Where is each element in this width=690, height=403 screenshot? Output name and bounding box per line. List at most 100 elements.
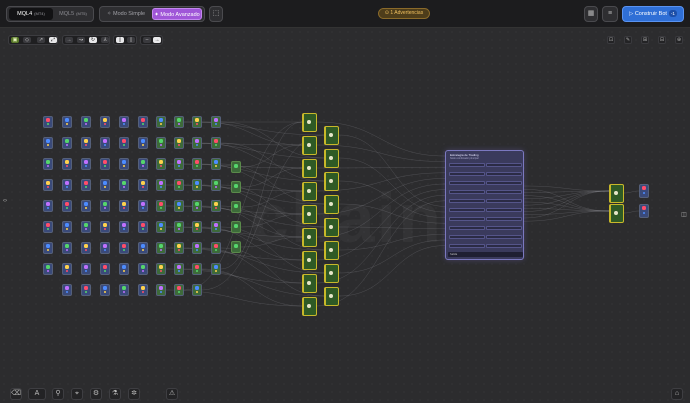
minimap-button[interactable]: ⌂: [671, 388, 683, 400]
connection-wire: [338, 239, 446, 274]
main-node-row[interactable]: [486, 226, 522, 230]
mode-advanced-button[interactable]: ✦ Modo Avanzado: [152, 8, 202, 20]
sidebar-icon: ◫: [681, 212, 687, 218]
port-dot: [103, 286, 107, 290]
minimap-icon: ⌂: [674, 390, 680, 397]
port-dot: [122, 223, 126, 227]
main-node-row[interactable]: [449, 163, 485, 167]
port-dot: [141, 265, 145, 269]
warnings-badge[interactable]: ⊙ 1 Advertencias: [378, 8, 430, 19]
port-dot: [214, 118, 218, 122]
main-node-row[interactable]: [449, 226, 485, 230]
pin-icon: ⌖: [75, 390, 79, 397]
port-dot: [103, 265, 107, 269]
port-dot: [103, 139, 107, 143]
port-dot: [159, 244, 163, 248]
port-dot: [122, 244, 126, 248]
connection-wires: [165, 121, 640, 307]
build-bot-button[interactable]: ▷ Construir Bot -1: [622, 6, 684, 22]
port-dot: [103, 181, 107, 185]
strategy-main-node[interactable]: Estrategia de Trading Nodo combinador pr…: [445, 150, 524, 260]
port-dot: [141, 286, 145, 290]
lang-option-mql5[interactable]: MQL5 (MT5): [54, 8, 92, 20]
menu-icon: ≡: [607, 10, 613, 17]
marker-button[interactable]: ⌖: [71, 388, 83, 400]
build-count: -1: [668, 10, 677, 17]
main-node-row[interactable]: [449, 217, 485, 221]
lang-mql5-label: MQL5: [59, 11, 75, 17]
port-dot: [122, 118, 126, 122]
gear-button[interactable]: ⚙: [90, 388, 102, 400]
connection-wire: [523, 185, 610, 192]
main-node-row[interactable]: [449, 208, 485, 212]
lang-mql4-sub: (MT4): [34, 11, 45, 16]
port-dot: [159, 202, 163, 206]
port-dot: [195, 160, 199, 164]
port-dot: [214, 244, 218, 248]
main-node-row[interactable]: [449, 172, 485, 176]
port-dot: [159, 265, 163, 269]
port-dot: [141, 118, 145, 122]
port-dot: [159, 160, 163, 164]
mode-simple-button[interactable]: ✧ Modo Simple: [102, 8, 150, 20]
main-node-row[interactable]: [486, 172, 522, 176]
main-node-row[interactable]: [449, 244, 485, 248]
connection-wire: [523, 190, 610, 206]
left-panel-toggle[interactable]: ‹›: [0, 196, 10, 206]
port-dot: [642, 186, 646, 190]
port-dot: [214, 181, 218, 185]
port-dot: [122, 181, 126, 185]
grid-view-button[interactable]: ▦: [584, 6, 598, 22]
main-node-row[interactable]: [486, 208, 522, 212]
warnings-label: 1 Advertencias: [390, 10, 424, 16]
link-icon: ⚲: [55, 390, 61, 397]
main-node-row[interactable]: [486, 235, 522, 239]
connection-wire: [338, 234, 446, 251]
main-node-row[interactable]: [449, 235, 485, 239]
port-dot: [195, 118, 199, 122]
port-dot: [177, 244, 181, 248]
main-node-row[interactable]: [486, 190, 522, 194]
port-dot: [214, 139, 218, 143]
top-bar: MQL4 (MT4) MQL5 (MT5) ✧ Modo Simple ✦ Modo…: [0, 0, 690, 28]
port-dot: [46, 244, 50, 248]
menu-button[interactable]: ≡: [602, 6, 618, 22]
port-dot: [195, 202, 199, 206]
port-dot: [122, 265, 126, 269]
port-dot: [103, 118, 107, 122]
flask-button[interactable]: ⚗: [109, 388, 121, 400]
port-dot: [65, 160, 69, 164]
alert-button[interactable]: ⚠: [166, 388, 178, 400]
main-node-row[interactable]: [449, 181, 485, 185]
connection-wire: [523, 210, 610, 222]
link-button[interactable]: ⚲: [52, 388, 64, 400]
connection-wire: [338, 180, 446, 218]
port-dot: [214, 202, 218, 206]
port-dot: [195, 223, 199, 227]
port-dot: [234, 184, 238, 188]
bookmark-button[interactable]: ⬚: [209, 6, 223, 22]
lang-option-mql4[interactable]: MQL4 (MT4): [9, 8, 53, 20]
port-dot: [84, 118, 88, 122]
main-node-row[interactable]: [486, 199, 522, 203]
delete-button[interactable]: ⌫: [10, 388, 22, 400]
text-tool-button[interactable]: A: [28, 388, 46, 400]
main-node-row[interactable]: [486, 217, 522, 221]
port-dot: [46, 223, 50, 227]
main-node-row[interactable]: [449, 190, 485, 194]
port-dot: [46, 202, 50, 206]
port-dot: [141, 244, 145, 248]
mode-toggle: ✧ Modo Simple ✦ Modo Avanzado: [99, 6, 205, 22]
connection-wire: [338, 203, 446, 224]
options-button[interactable]: ✲: [128, 388, 140, 400]
main-node-row[interactable]: [486, 244, 522, 248]
warning-icon: ⚠: [168, 390, 176, 397]
port-dot: [65, 265, 69, 269]
node-canvas[interactable]: chain ▣ ◇ ↗ ⤢ → ↝ ↻ ⅄ ▯ ▯ – → ⊡ ✎ ⊞ ⊟ ⊕: [0, 28, 690, 403]
main-node-row[interactable]: [449, 199, 485, 203]
main-node-row[interactable]: [486, 163, 522, 167]
right-panel-toggle[interactable]: ◫: [679, 210, 689, 220]
main-node-row[interactable]: [486, 181, 522, 185]
port-dot: [177, 202, 181, 206]
port-dot: [141, 139, 145, 143]
